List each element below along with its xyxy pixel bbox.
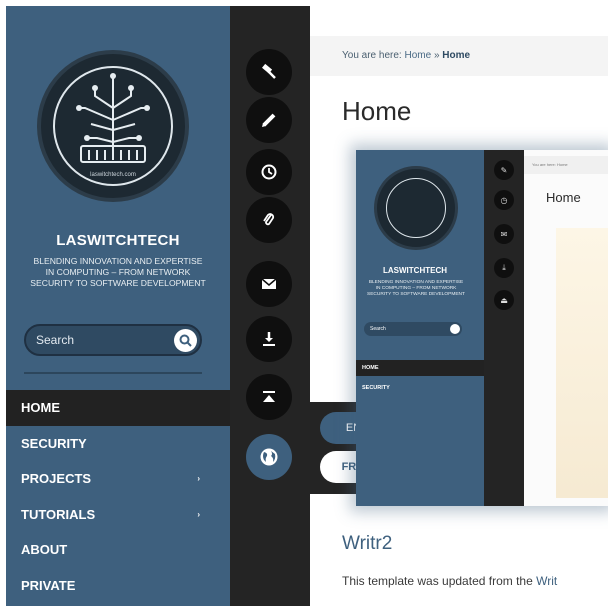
preview-nav-home: HOME <box>356 360 484 376</box>
nav-item-label: HOME <box>21 400 60 416</box>
nav-item-label: SECURITY <box>21 435 87 451</box>
nav-item-label: PROJECTS <box>21 471 92 487</box>
preview-breadcrumb: You are here: Home <box>524 156 608 174</box>
body-text: This template was updated from the <box>342 574 537 588</box>
preview-sidebar: LASWITCHTECH Blending innovation and exp… <box>356 150 484 506</box>
logo-caption: laswitchtech.com <box>90 172 136 178</box>
language-button[interactable] <box>246 434 292 480</box>
pencil-button[interactable] <box>246 97 292 143</box>
icon-rail <box>230 6 310 606</box>
nav-item-tutorials[interactable]: TUTORIALS › <box>6 497 230 533</box>
clock-icon <box>261 164 277 180</box>
preview-search-icon <box>450 324 460 334</box>
preview-nav-security: SECURITY <box>362 385 390 391</box>
search-input[interactable] <box>36 333 166 347</box>
nav-item-label: ABOUT <box>21 542 68 558</box>
nav-item-label: PRIVATE <box>21 577 76 593</box>
preview-eject-icon: ⏏ <box>494 290 514 310</box>
preview-clock-icon: ◷ <box>494 190 514 210</box>
eject-icon <box>263 391 275 402</box>
nav-item-projects[interactable]: PROJECTS › <box>6 461 230 497</box>
globe-icon <box>260 448 278 466</box>
email-button[interactable] <box>246 261 292 307</box>
preview-illustration <box>556 228 608 498</box>
download-icon <box>263 332 275 346</box>
preview-envelope-icon: ✉ <box>494 224 514 244</box>
site-preview-image: LASWITCHTECH Blending innovation and exp… <box>356 150 608 506</box>
tree-icon: laswitchtech.com <box>76 73 150 178</box>
download-button[interactable] <box>246 316 292 362</box>
preview-brand: LASWITCHTECH <box>383 266 447 275</box>
eject-button[interactable] <box>246 374 292 420</box>
search-icon <box>179 334 192 347</box>
link-button[interactable] <box>246 197 292 243</box>
preview-download-icon: ⤓ <box>494 258 514 278</box>
breadcrumb-home-link[interactable]: Home <box>404 50 431 61</box>
site-tagline: Blending innovation and expertise in com… <box>30 256 206 288</box>
envelope-icon <box>261 278 277 289</box>
chevron-right-icon: › <box>197 509 200 519</box>
sidebar: laswitchtech.com LASWITCHTECH Blending i… <box>6 6 230 606</box>
preview-title: Home <box>546 190 581 205</box>
body-link[interactable]: Writ <box>536 574 557 588</box>
history-button[interactable] <box>246 149 292 195</box>
nav-item-about[interactable]: ABOUT <box>6 532 230 568</box>
page-title: Home <box>342 96 412 126</box>
preview-search: Search <box>364 322 462 336</box>
preview-tagline: Blending innovation and expertise in com… <box>367 280 465 297</box>
hammer-icon <box>262 63 276 79</box>
main-nav: HOME SECURITY PROJECTS › TUTORIALS › ABOUT… <box>6 390 230 603</box>
site-title[interactable]: LASWITCHTECH <box>6 232 230 249</box>
breadcrumb-prefix: You are here: <box>342 50 402 61</box>
chevron-right-icon: › <box>197 474 200 484</box>
site-logo[interactable]: laswitchtech.com <box>37 50 189 202</box>
breadcrumb-bar: You are here: Home » Home <box>310 36 608 76</box>
circuit-tree-logo: laswitchtech.com <box>53 66 173 186</box>
nav-item-label: TUTORIALS <box>21 506 96 522</box>
pencil-icon <box>262 113 276 127</box>
preview-search-label: Search <box>370 326 386 332</box>
preview-pencil-icon: ✎ <box>494 160 514 180</box>
hammer-button[interactable] <box>246 49 292 95</box>
nav-item-home[interactable]: HOME <box>6 390 230 426</box>
breadcrumb-separator: » <box>433 50 440 61</box>
nav-item-security[interactable]: SECURITY <box>6 426 230 462</box>
nav-item-private[interactable]: PRIVATE <box>6 568 230 604</box>
preview-rail: ✎ ◷ ✉ ⤓ ⏏ <box>484 150 524 506</box>
search-box <box>24 324 202 356</box>
preview-logo <box>374 166 458 250</box>
section-heading: Writr2 <box>342 533 393 554</box>
breadcrumb: You are here: Home » Home <box>342 50 470 61</box>
paperclip-icon <box>263 213 275 226</box>
search-button[interactable] <box>174 329 197 352</box>
sidebar-divider <box>24 372 202 374</box>
breadcrumb-current: Home <box>442 50 471 61</box>
body-paragraph: This template was updated from the Writ <box>342 574 608 588</box>
